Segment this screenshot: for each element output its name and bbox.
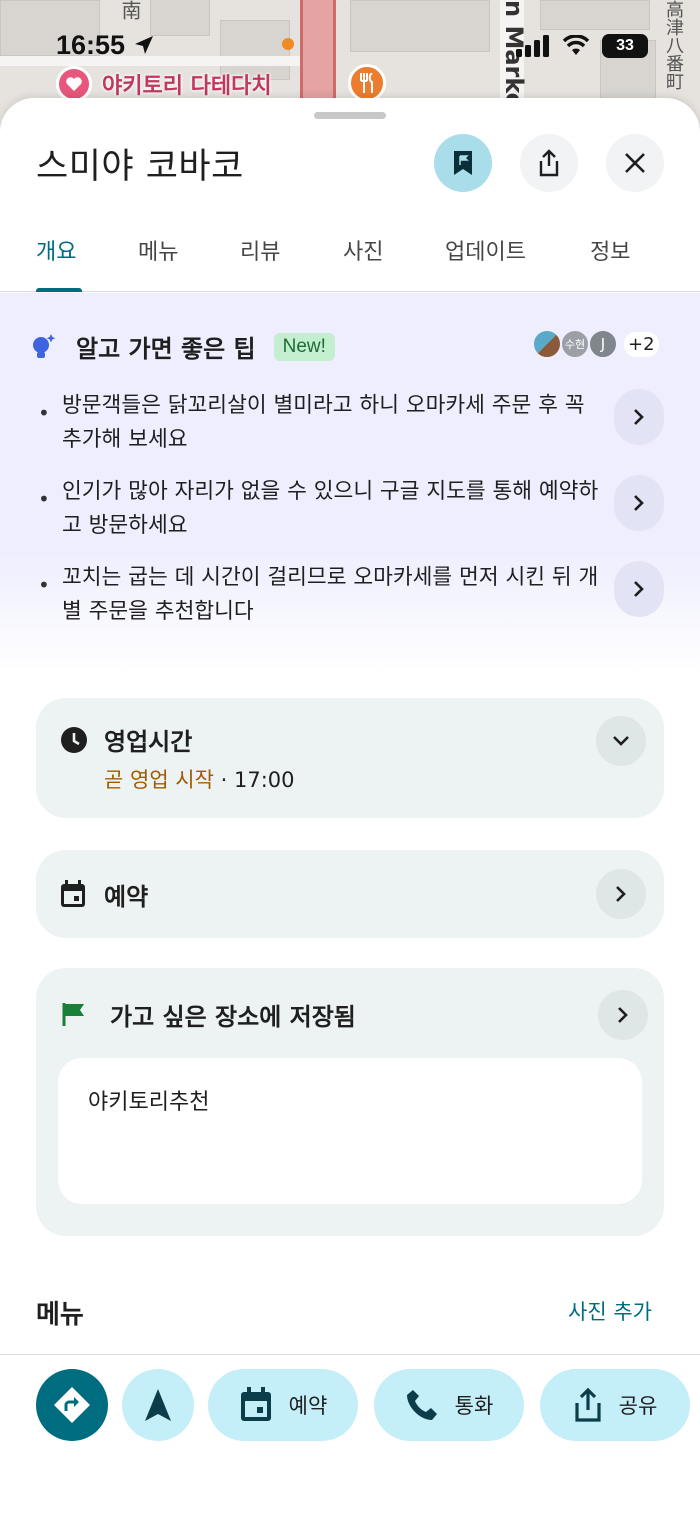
- tab-photos[interactable]: 사진: [343, 234, 383, 266]
- chevron-right-icon: [618, 1007, 628, 1023]
- hours-open-time: 17:00: [233, 768, 295, 792]
- share-icon: [539, 149, 559, 177]
- action-bar: 예약 통화 공유: [0, 1354, 700, 1515]
- hours-status: 곧 영업 시작: [104, 768, 214, 792]
- expand-button[interactable]: [596, 716, 646, 766]
- map-marker-dot: [282, 38, 294, 50]
- status-icons: 33: [516, 34, 648, 58]
- map-poi[interactable]: 야키토리 다테다치: [56, 66, 272, 102]
- wifi-icon: [562, 35, 590, 55]
- tab-bar: 개요 메뉴 리뷰 사진 업데이트 정보: [0, 218, 700, 292]
- saved-list-name: 야키토리추천: [88, 1090, 210, 1115]
- chevron-right-icon[interactable]: [614, 561, 664, 617]
- map-poi-label: 야키토리 다테다치: [102, 74, 272, 99]
- directions-icon: [54, 1387, 90, 1423]
- bullet: •: [38, 487, 50, 511]
- saved-list-box[interactable]: 야키토리추천: [58, 1058, 642, 1204]
- menu-section-title: 메뉴: [36, 1300, 84, 1330]
- tab-updates[interactable]: 업데이트: [445, 234, 526, 266]
- calendar-icon: [61, 880, 85, 907]
- avatar: [532, 329, 562, 359]
- reservation-card[interactable]: 예약: [36, 850, 664, 938]
- share-icon: [575, 1387, 601, 1422]
- tips-title: 알고 가면 좋은 팁: [76, 335, 256, 363]
- directions-button[interactable]: [36, 1369, 108, 1441]
- avatar-more-count: +2: [624, 331, 659, 357]
- hours-separator: ·: [213, 768, 234, 792]
- tip-item[interactable]: • 꼬치는 굽는 데 시간이 걸리므로 오마카세를 먼저 시킨 뒤 개별 주문을…: [32, 561, 672, 641]
- new-badge: New!: [273, 332, 335, 361]
- restaurant-pin-icon[interactable]: [348, 64, 386, 102]
- tip-text: 인기가 많아 자리가 없을 수 있으니 구글 지도를 통해 예약하고 방문하세요: [62, 479, 599, 538]
- saved-title: 가고 싶은 장소에 저장됨: [110, 1003, 356, 1031]
- reservation-title: 예약: [104, 883, 149, 911]
- clock-icon: [61, 727, 87, 753]
- battery-icon: 33: [602, 34, 648, 58]
- call-button[interactable]: 통화: [374, 1369, 524, 1441]
- chevron-down-icon: [613, 736, 629, 746]
- tab-menu[interactable]: 메뉴: [138, 234, 178, 266]
- cellular-signal-icon: [516, 35, 549, 57]
- hours-summary: 곧 영업 시작 · 17:00: [104, 764, 295, 794]
- navigation-arrow-icon: [145, 1389, 171, 1421]
- reserve-label: 예약: [288, 1394, 328, 1418]
- place-title: 스미야 코바코: [36, 147, 244, 187]
- bookmark-flag-icon: [454, 151, 472, 175]
- avatar: 수현: [560, 329, 590, 359]
- tip-text: 꼬치는 굽는 데 시간이 걸리므로 오마카세를 먼저 시킨 뒤 개별 주문을 추…: [62, 565, 599, 624]
- calendar-icon: [240, 1387, 271, 1421]
- avatar: J: [588, 329, 618, 359]
- tips-header: 알고 가면 좋은 팁 New!: [32, 329, 335, 364]
- tip-text: 방문객들은 닭꼬리살이 별미라고 하니 오마카세 주문 후 꼭 추가해 보세요: [62, 393, 585, 452]
- lightbulb-sparkle-icon: [33, 333, 56, 358]
- location-arrow-icon: [134, 36, 153, 54]
- start-navigation-button[interactable]: [122, 1369, 194, 1441]
- share-label: 공유: [618, 1394, 658, 1418]
- contributor-avatars[interactable]: 수현 J +2: [532, 329, 659, 359]
- tip-item[interactable]: • 인기가 많아 자리가 없을 수 있으니 구글 지도를 통해 예약하고 방문하…: [32, 475, 672, 555]
- tips-section: 알고 가면 좋은 팁 New! 수현 J +2 • 방문객들은 닭꼬리살이 별미…: [0, 293, 700, 673]
- tip-item[interactable]: • 방문객들은 닭꼬리살이 별미라고 하니 오마카세 주문 후 꼭 추가해 보세…: [32, 389, 672, 469]
- map-street-label: 高津八番町: [663, 0, 684, 90]
- hours-title: 영업시간: [104, 728, 193, 756]
- reserve-button[interactable]: 예약: [208, 1369, 358, 1441]
- heart-pin-icon: [56, 66, 92, 102]
- map-street-label: 南: [118, 0, 142, 20]
- tab-reviews[interactable]: 리뷰: [240, 234, 280, 266]
- phone-icon: [406, 1390, 437, 1420]
- bullet: •: [38, 573, 50, 597]
- save-button[interactable]: [434, 134, 492, 192]
- place-sheet: 스미야 코바코 개요 메뉴 리뷰 사진 업데이트 정보 알고 가면 좋은 팁 N…: [0, 98, 700, 1515]
- chevron-right-icon[interactable]: [614, 389, 664, 445]
- tab-info[interactable]: 정보: [590, 234, 630, 266]
- add-photo-link[interactable]: 사진 추가: [568, 1296, 652, 1326]
- saved-open-button[interactable]: [598, 990, 648, 1040]
- saved-list-card[interactable]: 가고 싶은 장소에 저장됨 야키토리추천: [36, 968, 664, 1236]
- chevron-right-icon: [616, 886, 626, 902]
- active-tab-indicator: [36, 288, 82, 292]
- drag-handle[interactable]: [314, 112, 386, 119]
- share-button[interactable]: [520, 134, 578, 192]
- close-icon: [625, 153, 645, 173]
- hours-card[interactable]: 영업시간 곧 영업 시작 · 17:00: [36, 698, 664, 818]
- tab-overview[interactable]: 개요: [36, 234, 76, 266]
- share-action-button[interactable]: 공유: [540, 1369, 690, 1441]
- green-flag-icon: [62, 1003, 84, 1026]
- close-button[interactable]: [606, 134, 664, 192]
- bullet: •: [38, 401, 50, 425]
- chevron-right-icon[interactable]: [614, 475, 664, 531]
- status-time: 16:55: [56, 30, 155, 61]
- reservation-open-button[interactable]: [596, 869, 646, 919]
- call-label: 통화: [454, 1394, 494, 1418]
